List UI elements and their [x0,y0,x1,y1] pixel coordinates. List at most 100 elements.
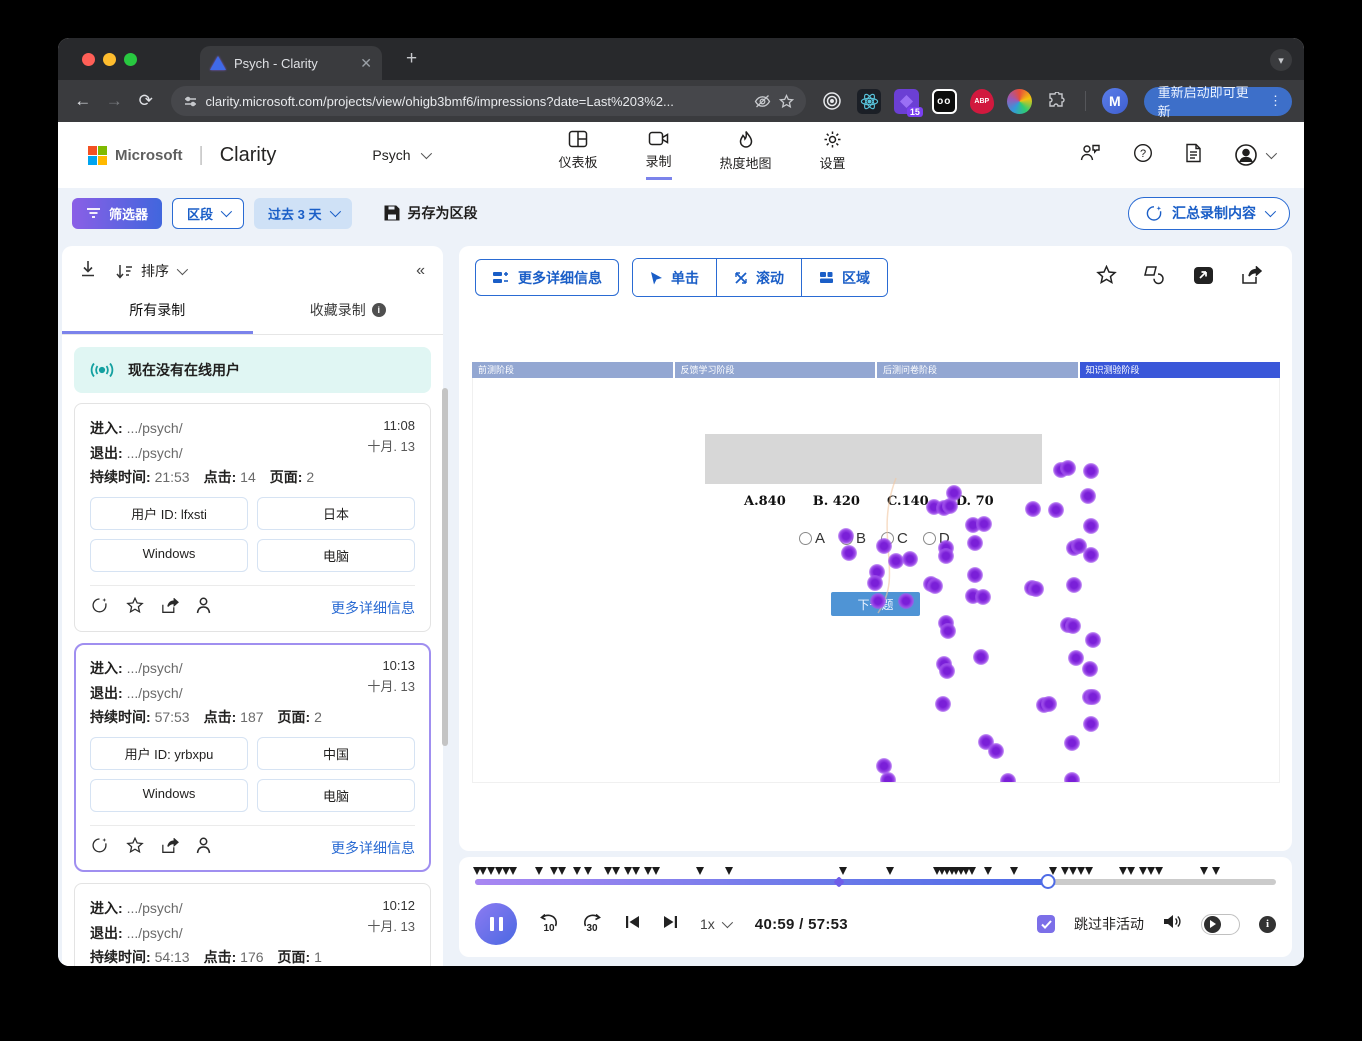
session-chip[interactable]: 用户 ID: yrbxpu [90,737,248,770]
project-selector[interactable]: Psych [372,147,428,163]
timeline-marker[interactable] [479,867,487,875]
timeline-marker[interactable] [644,867,652,875]
tab-close-icon[interactable]: ✕ [360,55,372,72]
compare-shapes-icon[interactable] [1144,265,1166,290]
session-chip[interactable]: Windows [90,539,248,572]
skip-inactivity-checkbox[interactable] [1037,915,1055,933]
timeline-marker[interactable] [1077,867,1085,875]
timeline-marker[interactable] [1200,867,1208,875]
session-chip[interactable]: 用户 ID: lfxsti [90,497,248,530]
timeline-marker[interactable] [1010,867,1018,875]
session-chip[interactable]: Windows [90,779,248,812]
timeline-marker[interactable] [573,867,581,875]
tab-search-chevron-icon[interactable]: ▾ [1270,49,1292,71]
timeline-marker[interactable] [1212,867,1220,875]
more-details-link[interactable]: 更多详细信息 [331,598,415,618]
extension-target-icon[interactable] [819,89,844,114]
extension-react-devtools-icon[interactable] [857,89,882,114]
favorite-star-icon[interactable] [126,837,144,859]
back-button[interactable]: ← [70,91,96,111]
rewind-10-button[interactable]: 10 [538,914,560,934]
timeline-marker[interactable] [612,867,620,875]
feedback-icon[interactable] [1080,143,1101,167]
zoom-window-button[interactable] [124,53,137,66]
timeline-marker[interactable] [584,867,592,875]
recording-card[interactable]: 进入: .../psych/ 退出: .../psych/ 10:13 十月. … [74,643,431,872]
more-details-link[interactable]: 更多详细信息 [331,838,415,858]
nav-settings[interactable]: 设置 [820,130,846,180]
site-settings-icon[interactable] [183,94,198,109]
timeline-marker[interactable] [1085,867,1093,875]
autoplay-toggle[interactable] [1201,914,1240,935]
date-range-dropdown[interactable]: 过去 3 天 [254,198,351,229]
forward-30-button[interactable]: 30 [581,914,603,934]
forward-button[interactable]: → [102,91,128,111]
previous-session-button[interactable] [624,914,641,935]
favorite-star-icon[interactable] [1096,265,1117,290]
extension-colorful-icon[interactable] [1007,89,1032,114]
pause-button[interactable] [475,903,517,945]
timeline-marker[interactable] [968,867,976,875]
clicks-toggle[interactable]: 单击 [633,259,716,296]
timeline-marker[interactable] [886,867,894,875]
close-window-button[interactable] [82,53,95,66]
extension-purple-icon[interactable]: 15 [894,89,919,114]
timeline-marker[interactable] [1061,867,1069,875]
account-menu[interactable] [1234,143,1274,167]
timeline-marker[interactable] [1127,867,1135,875]
bookmark-star-icon[interactable] [779,94,794,109]
favorite-star-icon[interactable] [126,597,144,619]
url-text[interactable]: clarity.microsoft.com/projects/view/ohig… [206,94,747,109]
summarize-recordings-button[interactable]: 汇总录制内容 [1128,197,1290,230]
help-icon[interactable]: ? [1133,143,1153,168]
recording-card[interactable]: 进入: .../psych/ 退出: .../psych/ 10:12 十月. … [74,883,431,966]
nav-dashboard[interactable]: 仪表板 [559,130,598,180]
timeline-marker[interactable] [696,867,704,875]
filters-button[interactable]: 筛选器 [72,198,162,229]
summarize-session-icon[interactable] [90,837,109,859]
playback-speed-dropdown[interactable]: 1x [700,916,730,932]
timeline-playhead[interactable] [1040,874,1055,889]
timeline-marker[interactable] [725,867,733,875]
timeline-marker[interactable] [1155,867,1163,875]
sidebar-scrollbar[interactable] [442,388,448,746]
summarize-session-icon[interactable] [90,597,109,619]
nav-heatmaps[interactable]: 热度地图 [720,130,772,180]
session-chip[interactable]: 日本 [257,497,415,530]
timeline-marker[interactable] [1139,867,1147,875]
info-icon[interactable]: i [1259,916,1276,933]
sidebar-tab-1[interactable]: 收藏录制i [253,290,444,334]
timeline-track[interactable] [475,879,1276,885]
macos-traffic-lights[interactable] [82,53,137,66]
user-sessions-icon[interactable] [196,597,211,619]
minimize-window-button[interactable] [103,53,116,66]
picture-in-picture-icon[interactable] [1193,266,1214,290]
timeline-marker[interactable] [509,867,517,875]
timeline-marker[interactable] [487,867,495,875]
extension-oo-icon[interactable]: oo [932,89,957,114]
volume-icon[interactable] [1163,913,1182,935]
timeline-marker[interactable] [624,867,632,875]
extension-adblock-icon[interactable]: ABP [970,89,995,114]
download-icon[interactable] [80,260,96,282]
user-sessions-icon[interactable] [196,837,211,859]
browser-profile-avatar[interactable]: M [1102,88,1128,114]
new-tab-button[interactable]: + [396,48,427,70]
timeline[interactable] [475,865,1276,893]
next-session-button[interactable] [662,914,679,935]
share-session-icon[interactable] [161,838,179,859]
share-icon[interactable] [1241,266,1262,290]
sort-dropdown[interactable]: 排序 [116,261,185,281]
address-bar[interactable]: clarity.microsoft.com/projects/view/ohig… [171,86,807,116]
docs-icon[interactable] [1185,143,1202,168]
scroll-toggle[interactable]: 滚动 [716,259,801,296]
recording-card[interactable]: 进入: .../psych/ 退出: .../psych/ 11:08 十月. … [74,403,431,632]
sidebar-tab-0[interactable]: 所有录制 [62,290,253,334]
browser-menu-icon[interactable]: ⋮ [1265,93,1286,109]
nav-recordings[interactable]: 录制 [646,130,672,180]
timeline-marker[interactable] [1119,867,1127,875]
chrome-update-button[interactable]: 重新启动即可更新 ⋮ [1144,87,1292,116]
timeline-marker[interactable] [604,867,612,875]
collapse-sidebar-icon[interactable]: « [416,262,425,280]
timeline-marker[interactable] [1147,867,1155,875]
